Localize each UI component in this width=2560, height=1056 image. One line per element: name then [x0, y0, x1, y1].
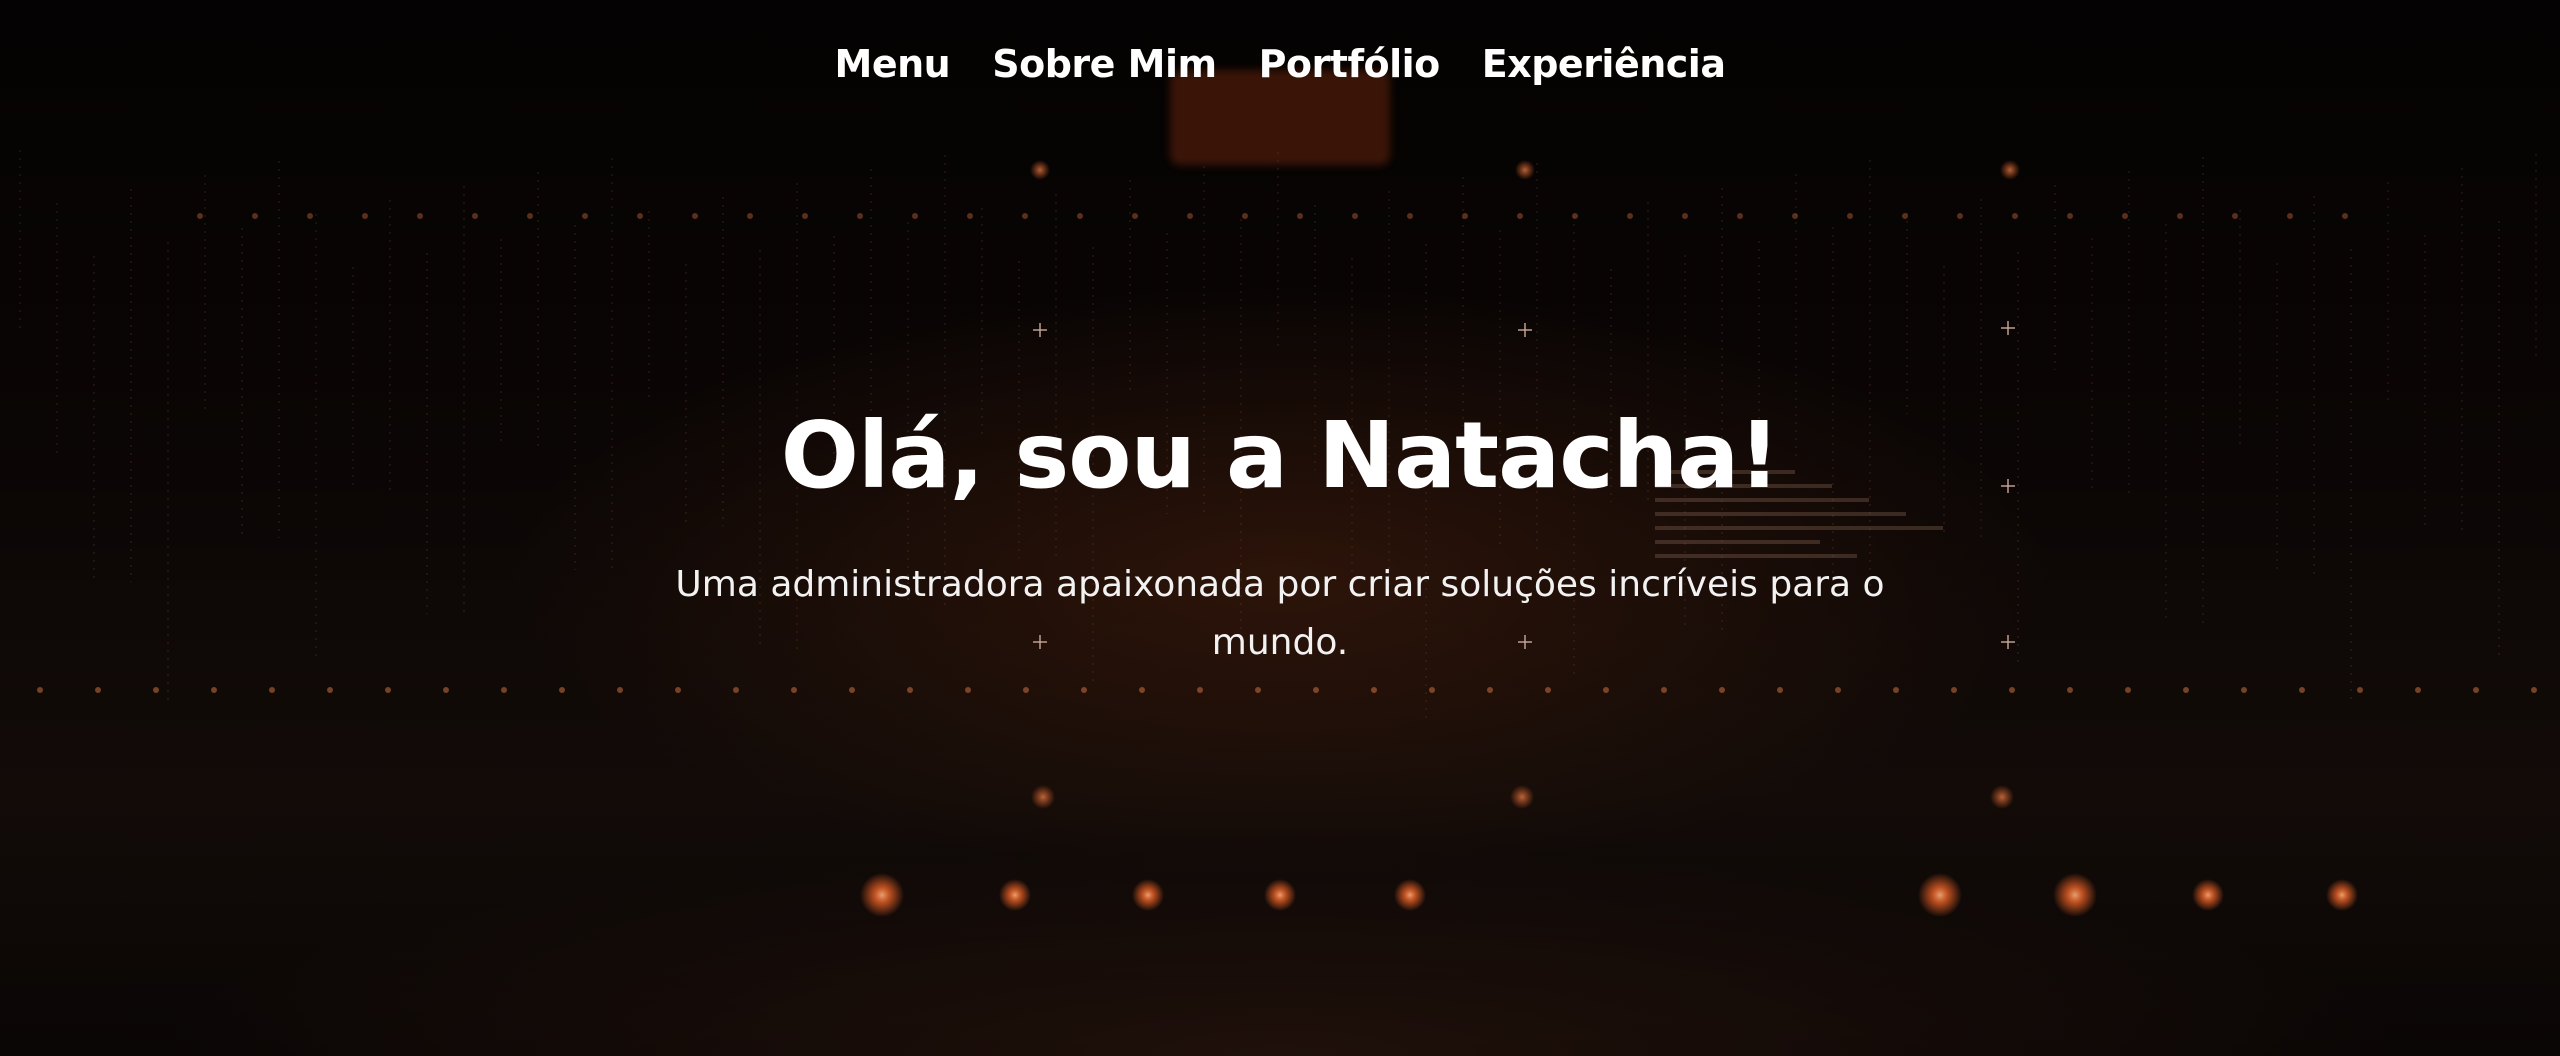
- nav-item-portfolio[interactable]: Portfólio: [1259, 42, 1441, 86]
- hero-section: Menu Sobre Mim Portfólio Experiência Olá…: [0, 0, 2560, 1056]
- nav-item-sobre-mim[interactable]: Sobre Mim: [992, 42, 1217, 86]
- nav-item-menu[interactable]: Menu: [835, 42, 951, 86]
- hero-title: Olá, sou a Natacha!: [780, 402, 1781, 509]
- main-nav: Menu Sobre Mim Portfólio Experiência: [0, 42, 2560, 86]
- hero-subtitle: Uma administradora apaixonada por criar …: [675, 564, 1885, 663]
- background-particles-image: [19, 70, 2537, 917]
- nav-item-experiencia[interactable]: Experiência: [1482, 42, 1726, 86]
